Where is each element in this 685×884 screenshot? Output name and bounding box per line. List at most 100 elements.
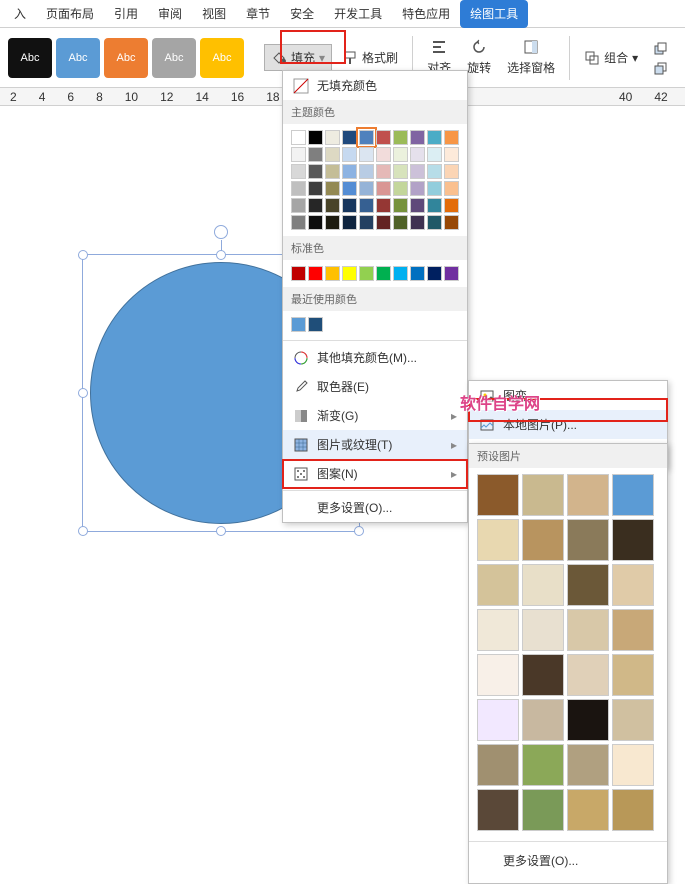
color-swatch[interactable] — [325, 147, 340, 162]
color-swatch[interactable] — [291, 164, 306, 179]
fill-button[interactable]: 填充▾ — [264, 44, 332, 71]
eyedropper-item[interactable]: 取色器(E) — [283, 372, 467, 401]
color-swatch[interactable] — [410, 164, 425, 179]
color-swatch[interactable] — [359, 215, 374, 230]
color-swatch[interactable] — [376, 215, 391, 230]
texture-swatch[interactable] — [477, 564, 519, 606]
color-swatch[interactable] — [444, 147, 459, 162]
color-swatch[interactable] — [427, 266, 442, 281]
color-swatch[interactable] — [291, 147, 306, 162]
color-swatch[interactable] — [427, 215, 442, 230]
texture-swatch[interactable] — [567, 699, 609, 741]
shape-style-2[interactable]: Abc — [56, 38, 100, 78]
color-swatch[interactable] — [410, 215, 425, 230]
texture-swatch[interactable] — [612, 789, 654, 831]
color-swatch[interactable] — [410, 198, 425, 213]
color-swatch[interactable] — [325, 215, 340, 230]
texture-swatch[interactable] — [612, 564, 654, 606]
color-swatch[interactable] — [291, 130, 306, 145]
color-swatch[interactable] — [342, 147, 357, 162]
more-settings-item[interactable]: 更多设置(O)... — [283, 493, 467, 522]
texture-swatch[interactable] — [612, 654, 654, 696]
color-swatch[interactable] — [308, 198, 323, 213]
group-button[interactable]: 组合▾ — [578, 45, 644, 70]
color-swatch[interactable] — [410, 266, 425, 281]
texture-swatch[interactable] — [567, 744, 609, 786]
tab-special[interactable]: 特色应用 — [392, 0, 460, 28]
texture-swatch[interactable] — [612, 474, 654, 516]
texture-more-settings[interactable]: 更多设置(O)... — [469, 846, 667, 875]
color-swatch[interactable] — [325, 164, 340, 179]
color-swatch[interactable] — [359, 198, 374, 213]
texture-swatch[interactable] — [477, 699, 519, 741]
color-swatch[interactable] — [393, 147, 408, 162]
color-swatch[interactable] — [359, 147, 374, 162]
color-swatch[interactable] — [427, 147, 442, 162]
color-swatch[interactable] — [376, 198, 391, 213]
color-swatch[interactable] — [393, 130, 408, 145]
local-picture-item[interactable]: 本地图片(P)... — [469, 410, 667, 439]
color-swatch[interactable] — [410, 181, 425, 196]
color-swatch[interactable] — [393, 266, 408, 281]
color-swatch[interactable] — [376, 181, 391, 196]
color-swatch[interactable] — [393, 181, 408, 196]
color-swatch[interactable] — [410, 130, 425, 145]
color-swatch[interactable] — [291, 198, 306, 213]
texture-swatch[interactable] — [612, 609, 654, 651]
tab-layout[interactable]: 页面布局 — [36, 0, 104, 28]
color-swatch[interactable] — [342, 215, 357, 230]
color-swatch[interactable] — [308, 147, 323, 162]
tab-drawing-tools[interactable]: 绘图工具 — [460, 0, 528, 28]
color-swatch[interactable] — [393, 215, 408, 230]
color-swatch[interactable] — [308, 130, 323, 145]
no-fill-item[interactable]: 无填充颜色 — [283, 71, 467, 100]
color-swatch[interactable] — [342, 164, 357, 179]
selection-pane-button[interactable]: 选择窗格 — [501, 35, 561, 80]
color-swatch[interactable] — [325, 130, 340, 145]
tab-view[interactable]: 视图 — [192, 0, 236, 28]
color-swatch[interactable] — [308, 215, 323, 230]
color-swatch[interactable] — [427, 181, 442, 196]
color-swatch[interactable] — [427, 198, 442, 213]
send-backward-button[interactable] — [648, 59, 672, 77]
color-swatch[interactable] — [291, 181, 306, 196]
tab-dev[interactable]: 开发工具 — [324, 0, 392, 28]
color-swatch[interactable] — [410, 147, 425, 162]
color-swatch[interactable] — [444, 164, 459, 179]
tab-review[interactable]: 审阅 — [148, 0, 192, 28]
color-swatch[interactable] — [427, 130, 442, 145]
texture-swatch[interactable] — [522, 564, 564, 606]
color-swatch[interactable] — [376, 147, 391, 162]
color-swatch[interactable] — [325, 266, 340, 281]
texture-swatch[interactable] — [522, 744, 564, 786]
texture-swatch[interactable] — [477, 519, 519, 561]
color-swatch[interactable] — [325, 198, 340, 213]
format-painter-button[interactable]: 格式刷 — [336, 45, 404, 70]
texture-swatch[interactable] — [567, 564, 609, 606]
texture-swatch[interactable] — [612, 744, 654, 786]
handle-sw[interactable] — [78, 526, 88, 536]
color-swatch[interactable] — [359, 181, 374, 196]
handle-n[interactable] — [216, 250, 226, 260]
texture-swatch[interactable] — [522, 519, 564, 561]
color-swatch[interactable] — [359, 266, 374, 281]
pattern-item[interactable]: 图案(N)▸ — [283, 459, 467, 488]
texture-swatch[interactable] — [567, 519, 609, 561]
texture-swatch[interactable] — [522, 474, 564, 516]
color-swatch[interactable] — [291, 317, 306, 332]
color-swatch[interactable] — [444, 198, 459, 213]
texture-swatch[interactable] — [567, 474, 609, 516]
texture-swatch[interactable] — [477, 474, 519, 516]
texture-swatch[interactable] — [522, 699, 564, 741]
color-swatch[interactable] — [376, 130, 391, 145]
texture-swatch[interactable] — [612, 699, 654, 741]
shape-style-4[interactable]: Abc — [152, 38, 196, 78]
tab-ref[interactable]: 引用 — [104, 0, 148, 28]
color-swatch[interactable] — [359, 164, 374, 179]
texture-swatch[interactable] — [522, 789, 564, 831]
shape-style-3[interactable]: Abc — [104, 38, 148, 78]
handle-se[interactable] — [354, 526, 364, 536]
bring-forward-button[interactable] — [648, 39, 672, 57]
color-swatch[interactable] — [376, 164, 391, 179]
handle-nw[interactable] — [78, 250, 88, 260]
